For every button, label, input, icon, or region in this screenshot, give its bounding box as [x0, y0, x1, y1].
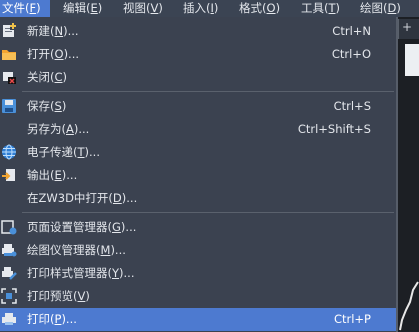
menu-separator: [22, 212, 394, 213]
shortcut-text: Ctrl+Shift+S: [297, 122, 371, 136]
menu-view[interactable]: 视图(V): [123, 0, 163, 17]
shortcut-text: Ctrl+O: [331, 47, 371, 61]
shortcut-text: Ctrl+P: [333, 312, 371, 326]
menu-item-plotter-manager[interactable]: 绘图仪管理器(M)...: [0, 239, 396, 261]
menu-item-export[interactable]: 输出(E)...: [0, 164, 396, 186]
open-folder-icon: [2, 50, 16, 60]
save-icon: [2, 99, 16, 113]
etransmit-globe-icon: [2, 144, 16, 160]
menu-format[interactable]: 格式(O): [239, 0, 280, 17]
menu-separator: [22, 91, 394, 92]
menu-tools[interactable]: 工具(T): [301, 0, 340, 17]
export-icon: [2, 169, 15, 181]
menu-insert[interactable]: 插入(I): [183, 0, 218, 17]
shortcut-text: Ctrl+N: [332, 24, 371, 38]
menu-edit[interactable]: 编辑(E): [63, 0, 102, 17]
menu-item-save[interactable]: 保存(S) Ctrl+S: [0, 95, 396, 117]
file-menu-dropdown: 新建(N)... Ctrl+N 打开(O)... Ctrl+O 关闭(C) 保存…: [0, 17, 398, 332]
new-file-icon: [3, 23, 17, 37]
menu-file[interactable]: 文件(F): [0, 0, 50, 17]
menu-draw[interactable]: 绘图(D): [360, 0, 401, 17]
menu-bar: 文件(F) 编辑(E) 视图(V) 插入(I) 格式(O) 工具(T) 绘图(D…: [0, 0, 419, 17]
drawing-canvas-lines: [399, 281, 419, 331]
menu-item-plot-style-manager[interactable]: 打印样式管理器(Y)...: [0, 262, 396, 284]
plotter-icon: [2, 244, 17, 257]
menu-item-open-in-zw3d[interactable]: 在ZW3D中打开(D)...: [0, 187, 396, 209]
page-setup-icon: [1, 220, 17, 235]
menu-item-page-setup-manager[interactable]: 页面设置管理器(G)...: [0, 216, 396, 238]
close-window-icon: [3, 72, 16, 84]
menu-item-save-as[interactable]: 另存为(A)... Ctrl+Shift+S: [0, 118, 396, 140]
shortcut-text: Ctrl+S: [333, 99, 371, 113]
print-preview-icon: [1, 288, 17, 304]
plot-style-icon: [2, 267, 17, 280]
background-tab[interactable]: +: [398, 19, 419, 39]
menu-item-new[interactable]: 新建(N)... Ctrl+N: [0, 20, 396, 42]
print-icon: [2, 313, 16, 325]
add-tab-icon: +: [402, 20, 413, 34]
menu-item-print[interactable]: 打印(P)... Ctrl+P: [0, 308, 396, 331]
menu-item-open[interactable]: 打开(O)... Ctrl+O: [0, 43, 396, 65]
background-panel: [405, 44, 419, 76]
menu-item-print-preview[interactable]: 打印预览(V): [0, 285, 396, 307]
menu-item-etransmit[interactable]: 电子传递(T)...: [0, 141, 396, 163]
menu-item-close[interactable]: 关闭(C): [0, 66, 396, 88]
